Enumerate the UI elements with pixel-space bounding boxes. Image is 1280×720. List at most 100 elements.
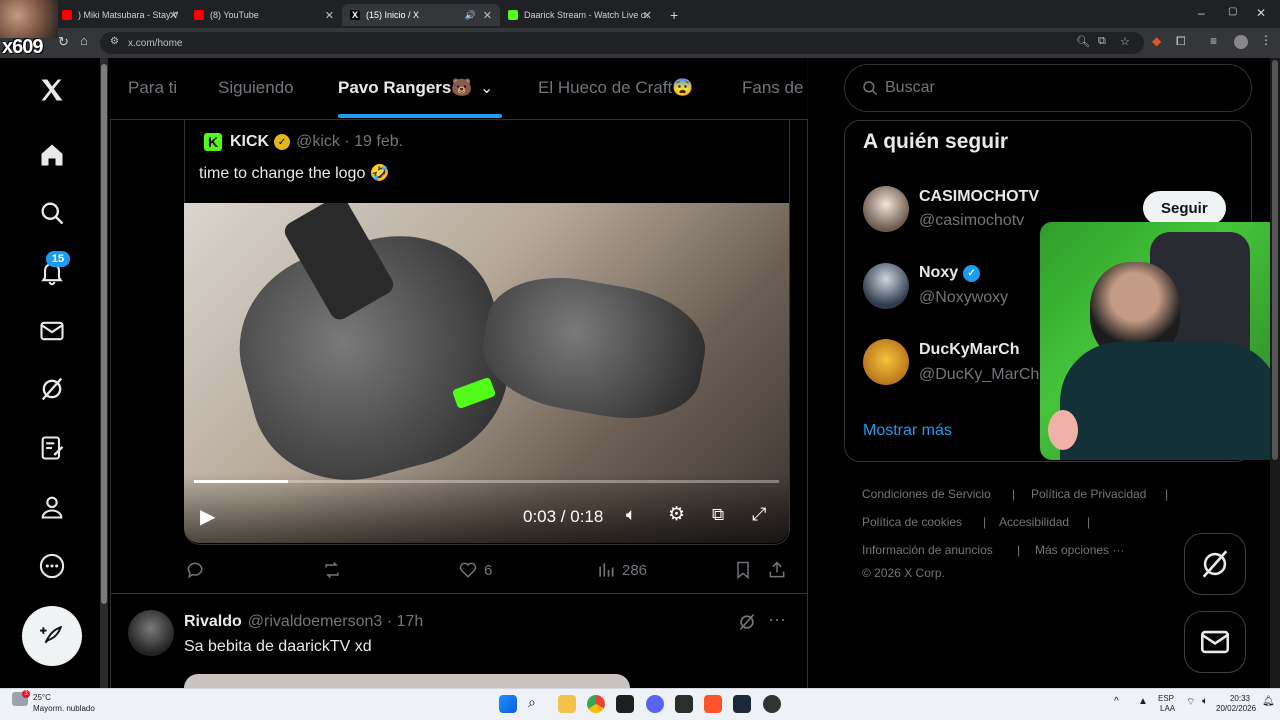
tab-siguiendo[interactable]: Siguiendo	[218, 78, 294, 98]
avatar[interactable]	[863, 339, 909, 385]
discord-icon[interactable]	[646, 695, 664, 713]
browser-tab[interactable]: ) Miki Matsubara - Stay With … ✕	[54, 4, 186, 26]
reply-button[interactable]	[185, 560, 211, 580]
more-options-icon[interactable]: ···	[768, 609, 786, 630]
avatar[interactable]	[128, 610, 174, 656]
site-info-icon[interactable]: ⚙	[110, 36, 119, 47]
suggestion-handle[interactable]: @Noxywoxy	[919, 289, 1008, 307]
avatar[interactable]	[863, 186, 909, 232]
reply-media-preview[interactable]	[184, 674, 630, 688]
tab-para-ti[interactable]: Para ti	[128, 78, 177, 98]
avatar[interactable]	[863, 263, 909, 309]
browser-tab[interactable]: Daarick Stream - Watch Live o… ✕	[500, 4, 660, 26]
kick-avatar[interactable]: K	[204, 133, 222, 151]
maximize-icon[interactable]: ▢	[1228, 6, 1237, 17]
notifications-icon[interactable]: 🔔︎	[1262, 696, 1275, 707]
close-window-icon[interactable]: ✕	[1256, 6, 1266, 20]
brave-icon[interactable]: ◆	[1152, 34, 1161, 48]
keyboard-layout[interactable]: LAA	[1160, 704, 1175, 714]
weather-temp[interactable]: 25°C	[33, 693, 51, 703]
tab-pavo-rangers[interactable]: Pavo Rangers🐻	[338, 78, 473, 98]
more-options-icon[interactable]	[36, 550, 68, 582]
tray-app-icon[interactable]: ▲	[1138, 696, 1148, 707]
suggestion-name[interactable]: CASIMOCHOTV	[919, 188, 1039, 206]
x-logo-icon[interactable]	[36, 74, 68, 106]
quoted-author-handle[interactable]: @kick · 19 feb.	[296, 133, 403, 151]
footer-link[interactable]: Información de anuncios	[862, 543, 993, 557]
search-icon[interactable]	[36, 197, 68, 229]
show-more-link[interactable]: Mostrar más	[863, 422, 952, 440]
compose-post-button[interactable]	[22, 606, 82, 666]
bookmark-button[interactable]	[733, 560, 759, 580]
install-icon[interactable]: ⧉	[1098, 35, 1106, 48]
reply-author-handle[interactable]: @rivaldoemerson3 · 17h	[248, 613, 423, 631]
windows-start-icon[interactable]	[499, 695, 517, 713]
footer-link[interactable]: Accesibilidad	[999, 515, 1069, 529]
settings-gear-icon[interactable]: ⚙	[668, 503, 685, 526]
profile-icon[interactable]	[36, 491, 68, 523]
grok-icon[interactable]	[36, 373, 68, 405]
suggestion-name[interactable]: Noxy	[919, 264, 958, 282]
obs-icon[interactable]	[763, 695, 781, 713]
lists-icon[interactable]	[36, 432, 68, 464]
brave-icon[interactable]	[704, 695, 722, 713]
tab-el-hueco-de-craft[interactable]: El Hueco de Craft😨	[538, 78, 693, 98]
volume-icon[interactable]: 🔈︎	[626, 505, 636, 525]
repost-button[interactable]	[322, 560, 348, 580]
footer-link[interactable]: Más opciones ···	[1035, 543, 1124, 557]
home-icon[interactable]: ⌂	[80, 33, 88, 48]
close-tab-icon[interactable]: ✕	[169, 9, 178, 22]
chrome-icon[interactable]	[587, 695, 605, 713]
grok-icon[interactable]	[737, 612, 757, 637]
url-field[interactable]: ⚙ x.com/home 🔍︎ ⧉ ☆	[100, 32, 1144, 54]
share-button[interactable]	[767, 560, 793, 580]
close-tab-icon[interactable]: ✕	[483, 9, 492, 22]
follow-button[interactable]: Seguir	[1143, 191, 1226, 225]
reload-icon[interactable]: ↻	[58, 34, 69, 50]
home-icon[interactable]	[36, 139, 68, 171]
browser-tab[interactable]: (8) YouTube ✕	[186, 4, 342, 26]
page-scrollbar-thumb[interactable]	[1272, 60, 1278, 460]
views-button[interactable]: 286	[596, 560, 647, 580]
footer-link[interactable]: Política de cookies	[862, 515, 962, 529]
menu-icon[interactable]: ⋮	[1260, 33, 1272, 47]
terminal-icon[interactable]	[616, 695, 634, 713]
reply-author-name[interactable]: Rivaldo	[184, 613, 242, 631]
weather-description[interactable]: Mayorm. nublado	[33, 704, 95, 714]
close-tab-icon[interactable]: ✕	[643, 9, 652, 22]
quoted-author-name[interactable]: KICK	[230, 133, 269, 151]
video-player[interactable]: ▶ 0:03 / 0:18 🔈︎ ⚙ ⧉ ⤢	[184, 203, 789, 543]
timeline-scrollbar-thumb[interactable]	[101, 64, 107, 604]
footer-link[interactable]: Política de Privacidad	[1031, 487, 1146, 501]
app-icon[interactable]	[675, 695, 693, 713]
close-tab-icon[interactable]: ✕	[325, 9, 334, 22]
media-icon[interactable]: ≡	[1210, 34, 1217, 48]
picture-in-picture-icon[interactable]: ⧉	[712, 505, 724, 525]
wifi-icon[interactable]: ⌔	[1186, 696, 1195, 709]
clock-time[interactable]: 20:33	[1220, 694, 1250, 704]
bookmark-star-icon[interactable]: ☆	[1120, 35, 1130, 48]
like-button[interactable]: 6	[458, 560, 492, 580]
browser-tab-active[interactable]: X (15) Inicio / X 🔊 ✕	[342, 4, 500, 26]
suggestion-handle[interactable]: @DucKy_MarCh	[919, 366, 1039, 384]
search-input[interactable]: Buscar	[844, 64, 1252, 112]
profile-avatar[interactable]	[1234, 35, 1248, 49]
zoom-icon[interactable]: 🔍︎	[1076, 35, 1090, 48]
extensions-icon[interactable]: ⧠	[1176, 34, 1186, 49]
suggestion-handle[interactable]: @casimochotv	[919, 212, 1024, 230]
clock-date[interactable]: 20/02/2026	[1216, 704, 1256, 714]
minimize-icon[interactable]: –	[1198, 6, 1205, 20]
taskbar-search-icon[interactable]: ⌕	[528, 694, 536, 711]
file-explorer-icon[interactable]	[558, 695, 576, 713]
new-tab-button[interactable]: +	[662, 4, 686, 26]
volume-icon[interactable]: 🔈︎	[1202, 696, 1208, 707]
fullscreen-icon[interactable]: ⤢	[752, 504, 766, 525]
language-code[interactable]: ESP	[1158, 694, 1174, 704]
audio-icon[interactable]: 🔊	[465, 10, 476, 21]
chevron-down-icon[interactable]: ⌄	[480, 78, 493, 98]
messages-envelope-icon[interactable]	[36, 315, 68, 347]
footer-link[interactable]: Condiciones de Servicio	[862, 487, 991, 501]
tray-chevron-icon[interactable]: ^	[1114, 696, 1119, 707]
messages-fab[interactable]	[1184, 611, 1246, 673]
tab-fans-de[interactable]: Fans de	[742, 78, 803, 98]
